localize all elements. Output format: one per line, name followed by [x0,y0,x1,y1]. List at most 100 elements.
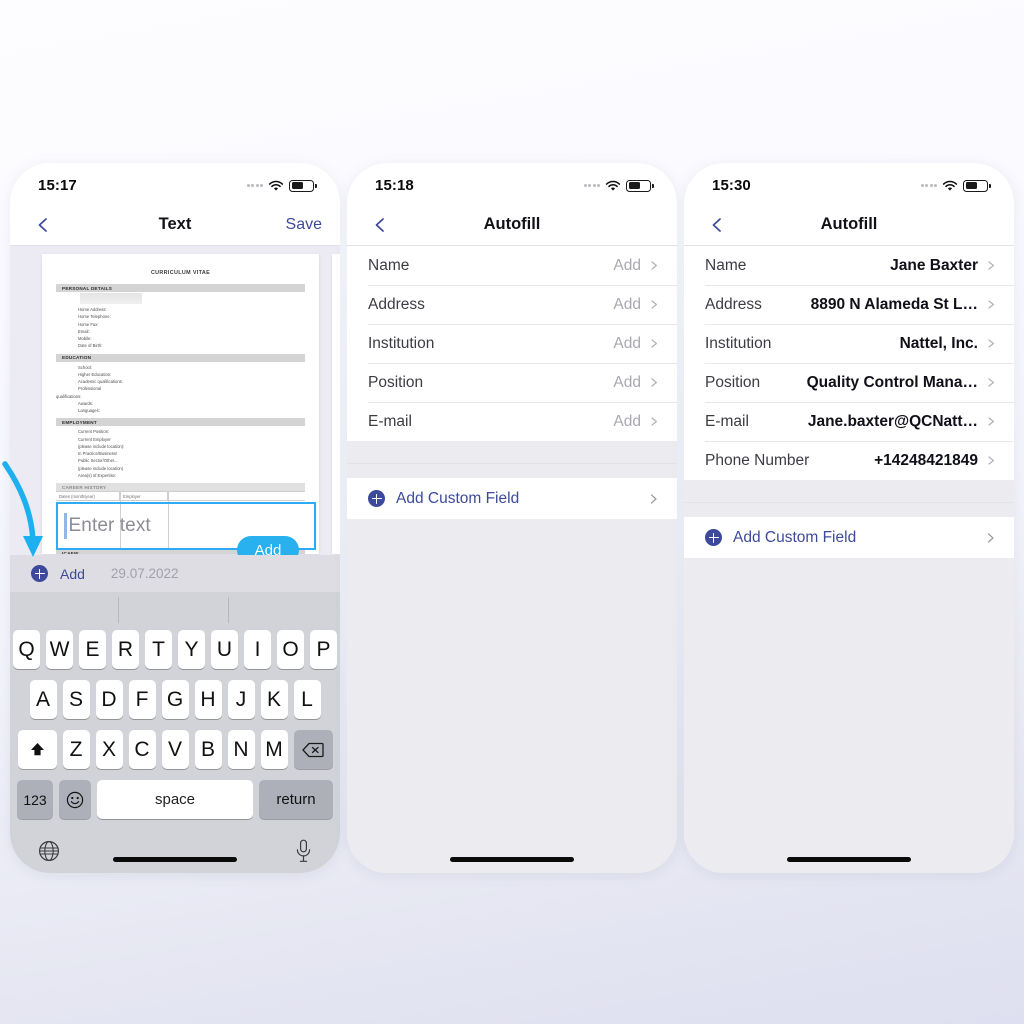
chevron-right-icon [651,378,657,387]
table-row[interactable]: Address Add [347,285,677,324]
keyboard-row-1: Q W E R T Y U I O P [10,630,340,669]
key-i[interactable]: I [244,630,271,669]
key-r[interactable]: R [112,630,139,669]
chevron-right-icon [650,493,657,504]
space-key[interactable]: space [97,780,253,819]
add-custom-field-label: Add Custom Field [733,528,857,546]
key-s[interactable]: S [62,680,90,719]
cv-line: Professional [78,386,102,392]
key-o[interactable]: O [277,630,304,669]
list-gap [347,441,677,463]
row-label: Institution [705,334,772,352]
row-label: Name [368,256,410,274]
key-c[interactable]: C [128,730,156,769]
cv-section-heading: PERSONAL DETAILS [56,284,305,293]
list-gap-thin [347,463,677,478]
list-gap-thin [684,502,1014,517]
key-a[interactable]: A [29,680,57,719]
status-time: 15:30 [712,177,751,194]
key-t[interactable]: T [145,630,172,669]
table-row[interactable]: E-mail Add [347,402,677,441]
table-row[interactable]: E-mail Jane.baxter@QCNatt… [684,402,1014,441]
emoji-key[interactable] [59,780,91,819]
back-chevron-icon[interactable] [710,217,724,232]
table-row[interactable]: Phone Number +14248421849 [684,441,1014,480]
cv-line: In Practice/Business/ [78,451,118,457]
cv-line: Home Fax: [78,321,99,327]
key-l[interactable]: L [293,680,321,719]
table-row[interactable]: Position Add [347,363,677,402]
key-d[interactable]: D [95,680,123,719]
table-row[interactable]: Institution Nattel, Inc. [684,324,1014,363]
row-value: Add [613,256,641,274]
chevron-right-icon [988,261,994,270]
row-value: Add [613,334,641,352]
shift-key[interactable] [17,730,57,769]
row-label: Address [705,295,762,313]
chevron-right-icon [988,456,994,465]
document-date: 29.07.2022 [110,566,179,581]
table-row[interactable]: Address 8890 N Alameda St L… [684,285,1014,324]
add-custom-field-row[interactable]: Add Custom Field [684,517,1014,558]
back-chevron-icon[interactable] [36,217,50,232]
status-icons [920,179,991,192]
autofill-list: Name Add Address Add Institution Add Pos… [347,246,677,873]
numbers-key[interactable]: 123 [17,780,53,819]
key-e[interactable]: E [79,630,106,669]
cv-section-heading: EMPLOYMENT [56,418,305,427]
key-j[interactable]: J [227,680,255,719]
key-u[interactable]: U [211,630,238,669]
on-screen-keyboard: Q W E R T Y U I O P A S D F G H J K L Z … [10,592,340,873]
chevron-right-icon [651,417,657,426]
key-q[interactable]: Q [13,630,40,669]
cv-section-lines: Home Address: Home Telephone: Home Fax: … [78,306,305,349]
key-h[interactable]: H [194,680,222,719]
page-title: Autofill [820,215,878,233]
table-row[interactable]: Position Quality Control Mana… [684,363,1014,402]
key-g[interactable]: G [161,680,189,719]
key-k[interactable]: K [260,680,288,719]
suggestion-bar[interactable] [10,592,340,630]
return-key[interactable]: return [259,780,333,819]
key-x[interactable]: X [95,730,123,769]
table-row[interactable]: Institution Add [347,324,677,363]
key-m[interactable]: M [260,730,288,769]
add-custom-field-row[interactable]: Add Custom Field [347,478,677,519]
autofill-fields-group: Name Add Address Add Institution Add Pos… [347,246,677,441]
cv-line: (please include location) [78,465,124,471]
key-n[interactable]: N [227,730,255,769]
key-f[interactable]: F [128,680,156,719]
row-label: E-mail [368,412,412,430]
key-w[interactable]: W [46,630,73,669]
next-page-preview[interactable] [332,254,340,554]
key-b[interactable]: B [194,730,222,769]
globe-icon[interactable] [38,840,60,862]
row-value: Add [613,295,641,313]
row-value: Add [613,373,641,391]
cv-line: Awards: [78,400,94,406]
table-row[interactable]: Name Add [347,246,677,285]
save-button[interactable]: Save [286,216,322,234]
list-gap [684,480,1014,502]
curved-down-arrow-icon [2,461,43,557]
row-label: Institution [368,334,435,352]
table-row[interactable]: Name Jane Baxter [684,246,1014,285]
chevron-right-icon [988,339,994,348]
cv-line: Languages: [78,408,100,413]
cv-section-lines: School: Higher Education: Academic quali… [56,364,305,415]
cellular-dots-icon [583,184,600,187]
key-z[interactable]: Z [62,730,90,769]
cellular-dots-icon [920,184,937,187]
key-v[interactable]: V [161,730,189,769]
back-chevron-icon[interactable] [373,217,387,232]
table-header-row: Dates (month/year) Employer [56,492,305,502]
cv-section-lines: Current Position: Current Employer (plea… [78,428,305,479]
home-indicator [113,857,237,862]
add-text-button[interactable]: Add [237,536,299,555]
microphone-icon[interactable] [295,839,312,863]
key-y[interactable]: Y [178,630,205,669]
status-icons [246,179,317,192]
cv-line: Public Sector/Other... [78,458,118,464]
backspace-key[interactable] [293,730,333,769]
key-p[interactable]: P [310,630,337,669]
